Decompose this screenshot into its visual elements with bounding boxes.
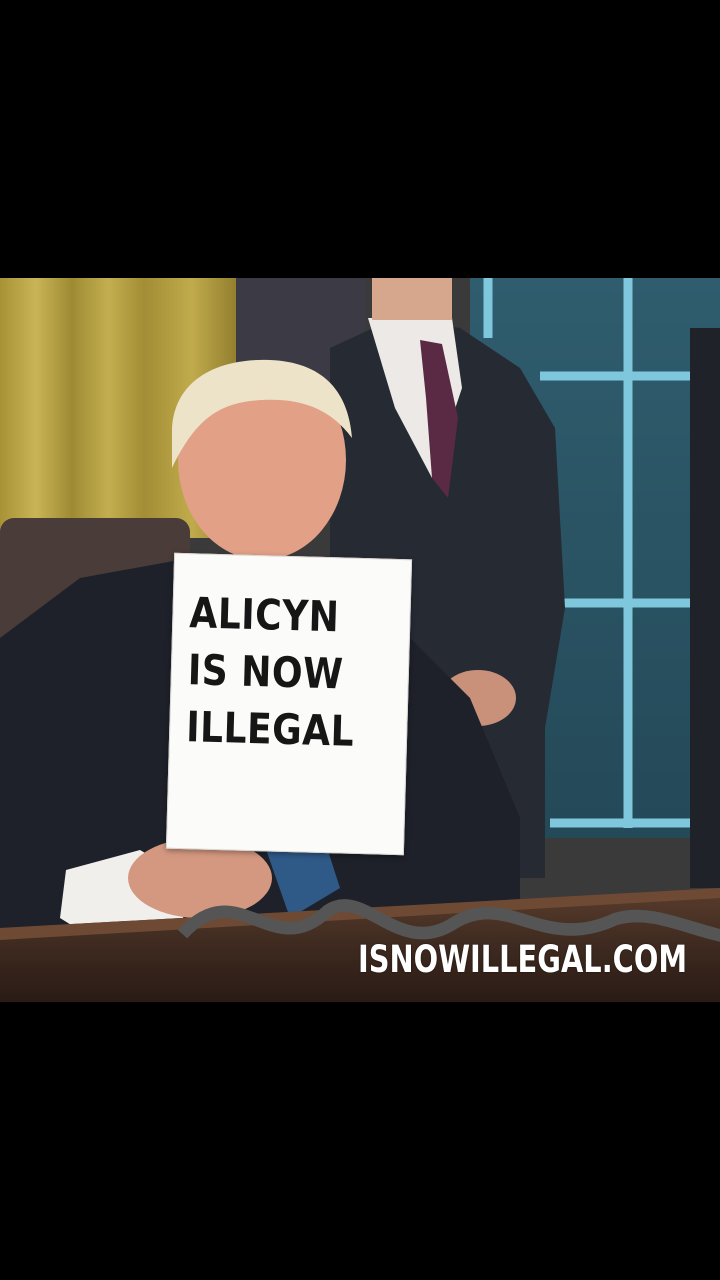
blank-sign: ALICYN IS NOW ILLEGAL bbox=[165, 552, 720, 951]
watermark: ISNOWILLEGAL.COM bbox=[358, 938, 688, 981]
meme-photo[interactable]: ALICYN IS NOW ILLEGAL ISNOWILLEGAL.COM bbox=[0, 278, 720, 1002]
signature bbox=[177, 899, 720, 951]
image-viewer: ALICYN IS NOW ILLEGAL ISNOWILLEGAL.COM bbox=[0, 0, 720, 1280]
